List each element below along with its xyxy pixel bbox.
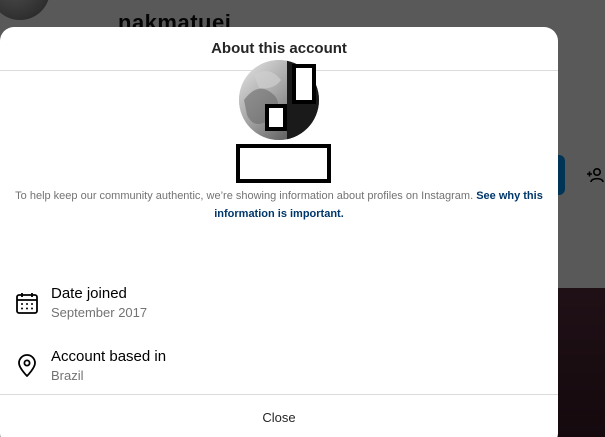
account-based-in-value: Brazil [51,368,84,383]
date-joined-value: September 2017 [51,305,148,320]
account-based-in-label: Account based in [51,348,167,365]
redaction-box [292,64,316,104]
page: nakmatuei About this account [0,0,605,437]
location-pin-icon [15,354,39,378]
date-joined-row: Date joined September 2017 [15,284,147,322]
close-button[interactable]: Close [0,394,558,437]
account-based-in-row: Account based in Brazil [15,347,166,385]
redacted-username [236,144,331,183]
authenticity-info-text: To help keep our community authentic, we… [15,190,474,202]
date-joined-label: Date joined [51,285,127,302]
redaction-box [265,104,287,131]
calendar-icon [15,291,39,315]
authenticity-info: To help keep our community authentic, we… [0,187,558,223]
